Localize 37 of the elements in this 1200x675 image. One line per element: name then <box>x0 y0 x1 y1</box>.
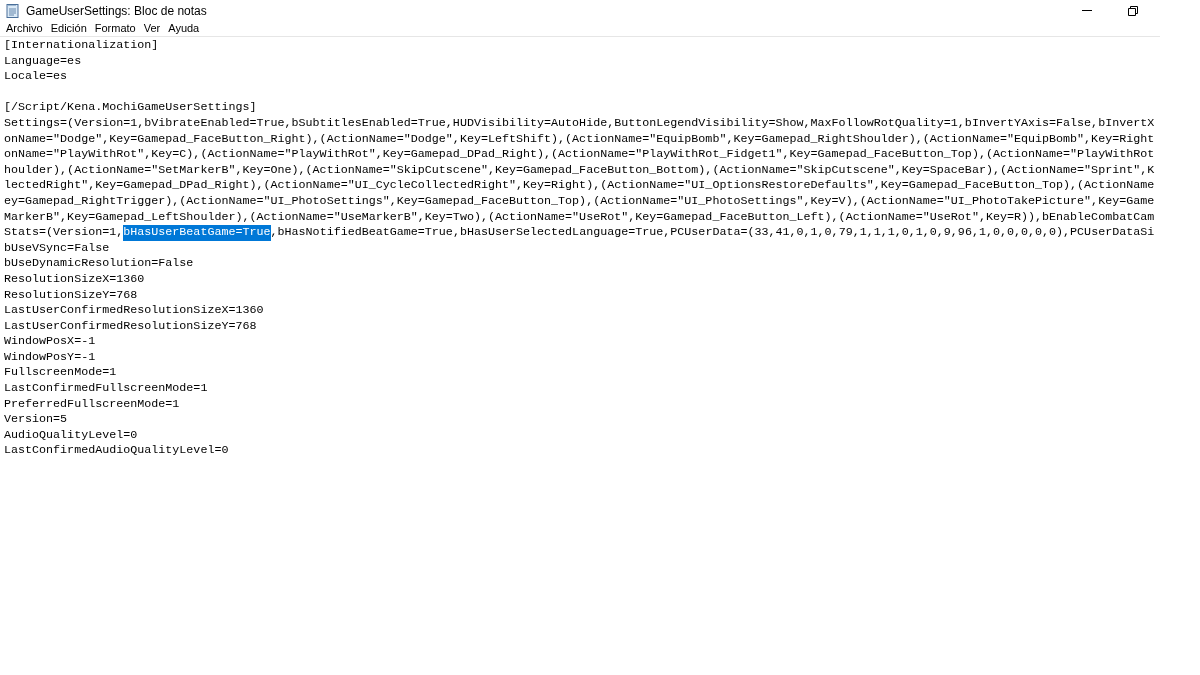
text-line: LastConfirmedFullscreenMode=1 <box>4 381 208 397</box>
restore-icon <box>1128 5 1138 16</box>
minimize-icon <box>1082 9 1092 12</box>
text-line: MarkerB",Key=Gamepad_LeftShoulder),(ActionName="UseMarkerB",Key=Two),(ActionName="UseRot",Key=Gamepad_FaceButton_Left),(ActionName="UseRot",Key=R)),bEnableCombatCam <box>4 209 1155 226</box>
text-line: Stats=(Version=1, <box>4 225 124 241</box>
text-line: onName="PlayWithRot",Key=C),(ActionName="PlayWithRot",Key=Gamepad_DPad_Right),(ActionName="PlayWithRot_Fidget1",Key=Gamepad_FaceButton_Top),(ActionName="PlayWithRot <box>4 147 1155 163</box>
menu-item[interactable]: Archivo <box>2 20 47 37</box>
text-line: onName="Dodge",Key=Gamepad_FaceButton_Right),(ActionName="Dodge",Key=LeftShift),(ActionName="EquipBomb",Key=Gamepad_RightShoulder),(ActionName="EquipBomb",Key=Right <box>4 131 1155 148</box>
window-title: GameUserSettings: Bloc de notas <box>26 2 207 20</box>
text-line: LastUserConfirmedResolutionSizeY=768 <box>4 318 257 335</box>
text-line: LastUserConfirmedResolutionSizeX=1360 <box>4 303 264 319</box>
text-line: bUseDynamicResolution=False <box>4 256 194 272</box>
menu-item[interactable]: Ver <box>139 20 165 37</box>
selected-text: bHasUserBeatGame=True <box>123 225 271 241</box>
text-line: lectedRight",Key=Gamepad_DPad_Right),(ActionName="UI_CycleCollectedRight",Key=Right),(ActionName="UI_OptionsRestoreDefaults",Key=Gamepad_FaceButton_Top),(ActionName <box>4 178 1155 194</box>
text-line: houlder),(ActionName="SetMarkerB",Key=One),(ActionName="SkipCutscene",Key=Gamepad_FaceButton_Bottom),(ActionName="SkipCutscene",Key=SpaceBar),(ActionName="Sprint",K <box>4 162 1155 179</box>
text-line: [Internationalization] <box>4 38 159 54</box>
text-line: FullscreenMode=1 <box>4 365 117 382</box>
text-line: Settings=(Version=1,bVibrateEnabled=True,bSubtitlesEnabled=True,HUDVisibility=AutoHide,ButtonLegendVisibility=Show,MaxFollowRotQuality=1,bInvertYAxis=False,bInvertX <box>4 115 1155 132</box>
menu-item[interactable]: Ayuda <box>164 20 204 37</box>
text-line: ResolutionSizeX=1360 <box>4 271 145 288</box>
notepad-icon <box>6 3 20 18</box>
text-line: Version=5 <box>4 412 68 428</box>
text-line: [/Script/Kena.MochiGameUserSettings] <box>4 100 257 116</box>
text-line: Locale=es <box>4 69 68 85</box>
text-line: Language=es <box>4 53 82 70</box>
text-line: ResolutionSizeY=768 <box>4 287 138 304</box>
text-line: LastConfirmedAudioQualityLevel=0 <box>4 443 229 460</box>
text-line: WindowPosY=-1 <box>4 349 96 366</box>
text-line: ,bHasNotifiedBeatGame=True,bHasUserSelectedLanguage=True,PCUserData=(33,41,0,1,0,79,1,1,1,0,1,0,9,96,1,0,0,0,0,0),PCUserDataSi <box>270 225 1155 241</box>
text-line: ey=Gamepad_RightTrigger),(ActionName="UI_PhotoSettings",Key=Gamepad_FaceButton_Top),(ActionName="UI_PhotoSettings",Key=V),(ActionName="UI_PhotoTakePicture",Key=Game <box>4 193 1155 210</box>
text-line: PreferredFullscreenMode=1 <box>4 396 180 413</box>
menu-item[interactable]: Formato <box>90 20 140 37</box>
text-line: bUseVSync=False <box>4 240 110 257</box>
menu-item[interactable]: Edición <box>46 20 91 37</box>
text-line: WindowPosX=-1 <box>4 334 96 350</box>
text-line: AudioQualityLevel=0 <box>4 427 138 444</box>
